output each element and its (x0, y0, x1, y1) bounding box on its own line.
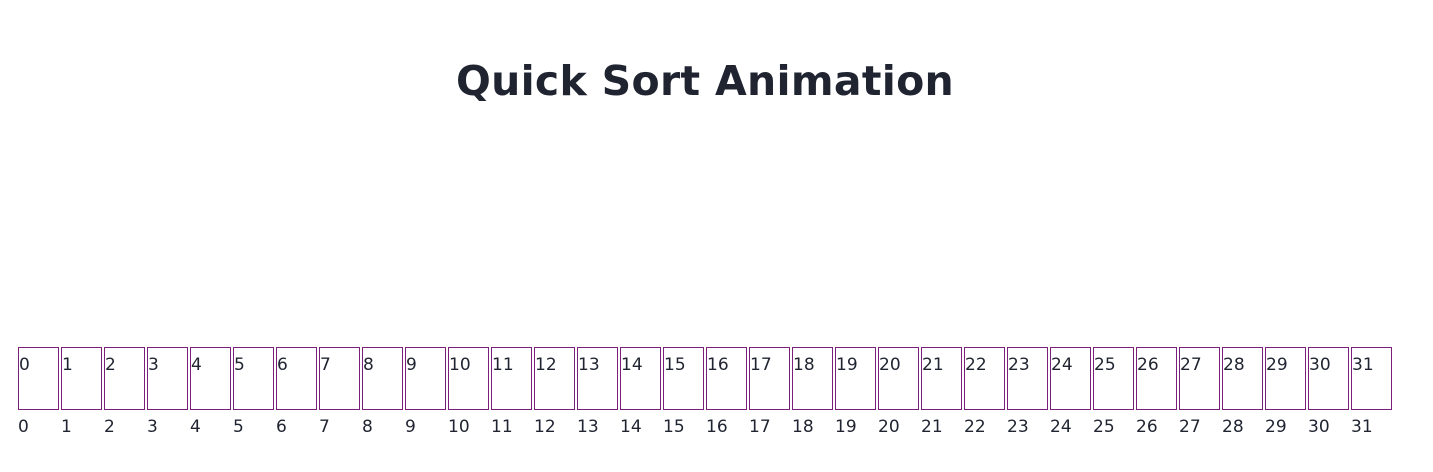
index-label: 16 (706, 417, 728, 437)
bar-value-label: 8 (363, 355, 374, 375)
index-label: 27 (1179, 417, 1201, 437)
index-label: 1 (61, 417, 72, 437)
index-labels-container: 0 1 2 3 4 5 6 7 8 9 10 11 12 13 14 15 16 17 18 19 20 21 22 23 24… (18, 416, 1398, 438)
index-label: 4 (190, 417, 201, 437)
array-bar: 5 (233, 347, 274, 410)
index-label: 23 (1007, 417, 1029, 437)
index-label: 22 (964, 417, 986, 437)
index-label: 19 (835, 417, 857, 437)
index-label: 12 (534, 417, 556, 437)
bar-value-label: 6 (277, 355, 288, 375)
array-bar: 25 (1093, 347, 1134, 410)
index-label: 21 (921, 417, 943, 437)
array-bar: 21 (921, 347, 962, 410)
bar-value-label: 23 (1008, 355, 1030, 375)
index-label: 29 (1265, 417, 1287, 437)
index-label: 3 (147, 417, 158, 437)
bar-value-label: 9 (406, 355, 417, 375)
bar-value-label: 14 (621, 355, 643, 375)
array-bar: 11 (491, 347, 532, 410)
index-label: 8 (362, 417, 373, 437)
index-label: 25 (1093, 417, 1115, 437)
index-label: 18 (792, 417, 814, 437)
bar-value-label: 15 (664, 355, 686, 375)
array-bar: 26 (1136, 347, 1177, 410)
bar-value-label: 25 (1094, 355, 1116, 375)
index-label: 20 (878, 417, 900, 437)
array-bar: 13 (577, 347, 618, 410)
array-bar: 27 (1179, 347, 1220, 410)
bar-value-label: 20 (879, 355, 901, 375)
array-bar: 20 (878, 347, 919, 410)
bar-value-label: 26 (1137, 355, 1159, 375)
bar-value-label: 7 (320, 355, 331, 375)
array-bar: 19 (835, 347, 876, 410)
page-title: Quick Sort Animation (455, 57, 955, 105)
array-bar: 16 (706, 347, 747, 410)
bars-container: 0 1 2 3 4 5 6 7 8 9 10 11 12 13 14 15 16 17 18 19 20 21 22 23 24… (18, 347, 1398, 410)
array-bar: 30 (1308, 347, 1349, 410)
bar-value-label: 22 (965, 355, 987, 375)
array-bar: 3 (147, 347, 188, 410)
bar-value-label: 16 (707, 355, 729, 375)
array-bar: 18 (792, 347, 833, 410)
bar-value-label: 0 (19, 355, 30, 375)
array-bar: 12 (534, 347, 575, 410)
bar-value-label: 3 (148, 355, 159, 375)
bar-value-label: 29 (1266, 355, 1288, 375)
index-label: 31 (1351, 417, 1373, 437)
bar-value-label: 10 (449, 355, 471, 375)
index-label: 2 (104, 417, 115, 437)
bar-value-label: 13 (578, 355, 600, 375)
index-label: 26 (1136, 417, 1158, 437)
index-label: 5 (233, 417, 244, 437)
array-bar: 1 (61, 347, 102, 410)
array-bar: 10 (448, 347, 489, 410)
bar-value-label: 4 (191, 355, 202, 375)
bar-value-label: 30 (1309, 355, 1331, 375)
bar-value-label: 21 (922, 355, 944, 375)
array-bar: 24 (1050, 347, 1091, 410)
array-bar: 23 (1007, 347, 1048, 410)
array-bar: 17 (749, 347, 790, 410)
array-bar: 2 (104, 347, 145, 410)
array-bar: 0 (18, 347, 59, 410)
index-label: 6 (276, 417, 287, 437)
array-bar: 9 (405, 347, 446, 410)
bar-value-label: 19 (836, 355, 858, 375)
bar-value-label: 2 (105, 355, 116, 375)
index-label: 9 (405, 417, 416, 437)
bar-value-label: 17 (750, 355, 772, 375)
index-label: 13 (577, 417, 599, 437)
array-bar: 15 (663, 347, 704, 410)
array-bar: 22 (964, 347, 1005, 410)
bar-value-label: 5 (234, 355, 245, 375)
bar-value-label: 18 (793, 355, 815, 375)
index-label: 24 (1050, 417, 1072, 437)
array-bar: 14 (620, 347, 661, 410)
bar-value-label: 27 (1180, 355, 1202, 375)
array-bar: 31 (1351, 347, 1392, 410)
index-label: 17 (749, 417, 771, 437)
array-bar: 8 (362, 347, 403, 410)
array-bar: 6 (276, 347, 317, 410)
index-label: 30 (1308, 417, 1330, 437)
index-label: 14 (620, 417, 642, 437)
array-bar: 4 (190, 347, 231, 410)
bar-value-label: 1 (62, 355, 73, 375)
bar-value-label: 28 (1223, 355, 1245, 375)
bar-value-label: 24 (1051, 355, 1073, 375)
index-label: 11 (491, 417, 513, 437)
index-label: 0 (18, 417, 29, 437)
bar-value-label: 12 (535, 355, 557, 375)
index-label: 15 (663, 417, 685, 437)
array-bar: 29 (1265, 347, 1306, 410)
bar-value-label: 31 (1352, 355, 1374, 375)
index-label: 10 (448, 417, 470, 437)
index-label: 28 (1222, 417, 1244, 437)
bar-value-label: 11 (492, 355, 514, 375)
index-label: 7 (319, 417, 330, 437)
array-bar: 28 (1222, 347, 1263, 410)
array-bar: 7 (319, 347, 360, 410)
